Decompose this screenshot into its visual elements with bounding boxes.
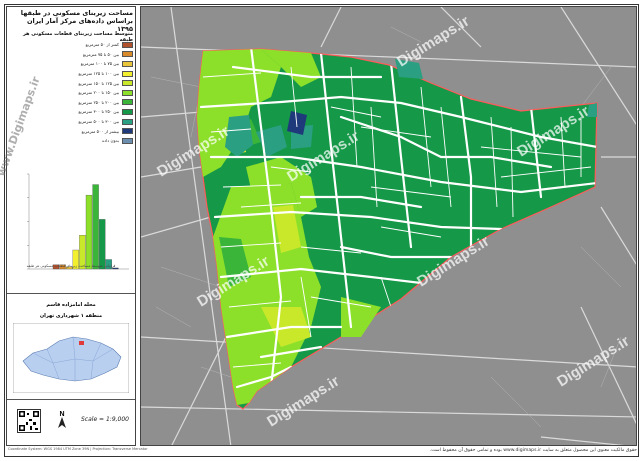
- legend-label: کمتر از ۵۰ مترمربع: [85, 42, 119, 48]
- district-title: منطقه ۱ شهرداری تهران: [39, 313, 103, 319]
- legend-label: بین ۷۵ تا ۱۰۰ مترمربع: [80, 61, 119, 67]
- legend-title: مساحت زیربنای مسکونی در طبقها براساس داد…: [20, 9, 133, 33]
- legend-label: بدون داده: [102, 138, 119, 144]
- svg-text:N: N: [59, 411, 64, 418]
- scale-label: Scale = 1:9,000: [81, 416, 129, 423]
- legend-swatch: [122, 41, 133, 48]
- divider: [7, 399, 135, 400]
- tehran-inset-map: [13, 323, 129, 393]
- footer-coordinate-note: Coordinate System: WGS 1984 UTM Zone 39N…: [8, 447, 148, 451]
- legend-label: بین ۱۲۵ تا ۱۵۰ مترمربع: [78, 80, 119, 86]
- legend-swatch: [122, 108, 133, 115]
- legend-label: بیشتر از ۵۰۰ مترمربع: [81, 128, 119, 134]
- legend-swatch: [122, 89, 133, 96]
- qr-code: [17, 409, 41, 433]
- map-area: Digimaps.ir Digimaps.ir Digimaps.ir Digi…: [140, 6, 637, 446]
- legend-label: بین ۱۵۰ تا ۲۰۰ مترمربع: [78, 90, 119, 96]
- histogram-note: فراوانی متوسط مساحت زیربنای قطعات مسکونی…: [26, 264, 116, 268]
- legend-item: بین ۵۰ تا ۷۵ مترمربع: [11, 50, 133, 60]
- divider: [7, 293, 135, 294]
- footer-copyright: حقوق مالکیت معنوی این محصول متعلق به سای…: [429, 448, 637, 453]
- legend-item: بدون داده: [11, 136, 133, 146]
- legend-swatch: [122, 60, 133, 67]
- legend-swatch: [122, 70, 133, 77]
- histogram-bar: [92, 184, 99, 270]
- legend-swatch: [122, 99, 133, 106]
- legend-panel: مساحت زیربنای مسکونی در طبقها براساس داد…: [6, 6, 136, 446]
- legend-item: کمتر از ۵۰ مترمربع: [11, 40, 133, 50]
- legend-label: بین ۲۵۰ تا ۳۰۰ مترمربع: [78, 109, 119, 115]
- legend-swatch: [122, 137, 133, 144]
- legend-swatch: [122, 128, 133, 135]
- histogram-bar: [85, 194, 93, 270]
- legend-label: بین ۲۰۰ تا ۲۵۰ مترمربع: [78, 99, 119, 105]
- histogram-bar: [99, 219, 106, 270]
- neighborhood-title: محله امامزاده قاسم: [46, 302, 96, 308]
- legend-label: بین ۳۰۰ تا ۵۰۰ مترمربع: [78, 119, 119, 125]
- legend-label: بین ۱۰۰ تا ۱۲۵ مترمربع: [78, 71, 119, 77]
- legend-swatch: [122, 51, 133, 58]
- legend-label: بین ۵۰ تا ۷۵ مترمربع: [82, 51, 119, 57]
- legend-item: بیشتر از ۵۰۰ مترمربع: [11, 126, 133, 136]
- legend-item: بین ۷۵ تا ۱۰۰ مترمربع: [11, 59, 133, 69]
- legend-item: بین ۳۰۰ تا ۵۰۰ مترمربع: [11, 117, 133, 127]
- map-canvas: Digimaps.ir Digimaps.ir Digimaps.ir Digi…: [141, 7, 636, 445]
- legend-swatch: [122, 80, 133, 87]
- north-arrow-icon: N: [58, 411, 66, 428]
- legend-swatch: [122, 118, 133, 125]
